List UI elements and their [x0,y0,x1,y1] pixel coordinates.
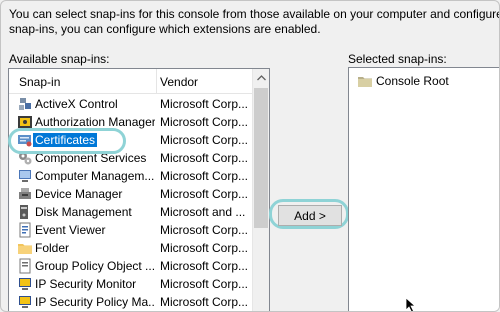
snapin-vendor: Microsoft Corp... [160,151,249,165]
add-remove-snapins-dialog: You can select snap-ins for this console… [0,0,500,312]
certificates-highlight-ring [8,128,126,154]
snapin-row-device-manager[interactable]: Device Manager Microsoft Corp... [9,185,253,203]
description-text: You can select snap-ins for this console… [9,7,499,37]
console-root-folder-icon [358,77,372,87]
scroll-thumb[interactable] [254,88,268,228]
available-snapins-label: Available snap-ins: [9,52,110,66]
snapin-row-computer-management[interactable]: Computer Managem... Microsoft Corp... [9,167,253,185]
snapin-name: IP Security Policy Ma... [35,295,155,309]
snapin-name: Authorization Manager [35,115,155,129]
snapin-row-group-policy-object[interactable]: Group Policy Object ... Microsoft Corp..… [9,257,253,275]
list-header: Snap-in Vendor [9,69,253,94]
description-line-2: snap-ins, you can configure which extens… [9,22,321,36]
chevron-up-icon [256,74,266,80]
selected-snapins-label: Selected snap-ins: [348,52,447,66]
snapin-name: Event Viewer [35,223,106,237]
snapin-vendor: Microsoft Corp... [160,169,249,183]
snapin-name: Group Policy Object ... [35,259,155,273]
snapin-vendor: Microsoft Corp... [160,241,249,255]
snapin-row-folder[interactable]: Folder Microsoft Corp... [9,239,253,257]
snapin-name: Folder [35,241,70,255]
snapin-vendor: Microsoft and ... [160,205,246,219]
disk-management-icon [20,205,28,219]
add-button[interactable]: Add > [278,205,342,226]
activex-icon [19,98,31,110]
selected-snapins-list[interactable]: Console Root [348,67,499,311]
group-policy-icon [19,258,31,274]
column-header-vendor[interactable]: Vendor [160,75,198,89]
available-snapins-list[interactable]: Snap-in Vendor ActiveX Control Microsoft… [8,68,270,311]
snapin-row-event-viewer[interactable]: Event Viewer Microsoft Corp... [9,221,253,239]
snapin-vendor: Microsoft Corp... [160,259,249,273]
snapin-vendor: Microsoft Corp... [160,115,249,129]
snapin-vendor: Microsoft Corp... [160,97,249,111]
description-line-1: You can select snap-ins for this console… [9,7,500,21]
snapin-vendor: Microsoft Corp... [160,277,249,291]
snapin-vendor: Microsoft Corp... [160,133,249,147]
scroll-up-button[interactable] [253,69,269,86]
mouse-pointer-icon [405,297,417,311]
column-header-snapin[interactable]: Snap-in [19,75,60,89]
snapin-name: ActiveX Control [35,97,118,111]
snapin-name: Computer Managem... [35,169,155,183]
snapin-vendor: Microsoft Corp... [160,223,249,237]
snapin-row-ip-security-monitor[interactable]: IP Security Monitor Microsoft Corp... [9,275,253,293]
selected-item-label: Console Root [376,74,449,88]
vertical-scrollbar[interactable] [252,69,269,311]
computer-management-icon [19,170,31,182]
column-separator[interactable] [156,69,157,93]
snapin-row-disk-management[interactable]: Disk Management Microsoft and ... [9,203,253,221]
add-button-highlight-ring: Add > [269,199,349,229]
snapin-name: IP Security Monitor [35,277,137,291]
event-viewer-icon [19,222,31,238]
ip-security-policy-icon [19,296,31,308]
device-manager-icon [19,188,31,199]
snapin-name: Disk Management [35,205,132,219]
ip-security-monitor-icon [19,278,31,290]
snapin-vendor: Microsoft Corp... [160,295,249,309]
snapin-name: Device Manager [35,187,123,201]
snapin-row-activex-control[interactable]: ActiveX Control Microsoft Corp... [9,95,253,113]
folder-icon [18,244,32,254]
snapin-vendor: Microsoft Corp... [160,187,249,201]
snapin-row-ip-security-policy[interactable]: IP Security Policy Ma... Microsoft Corp.… [9,293,253,311]
